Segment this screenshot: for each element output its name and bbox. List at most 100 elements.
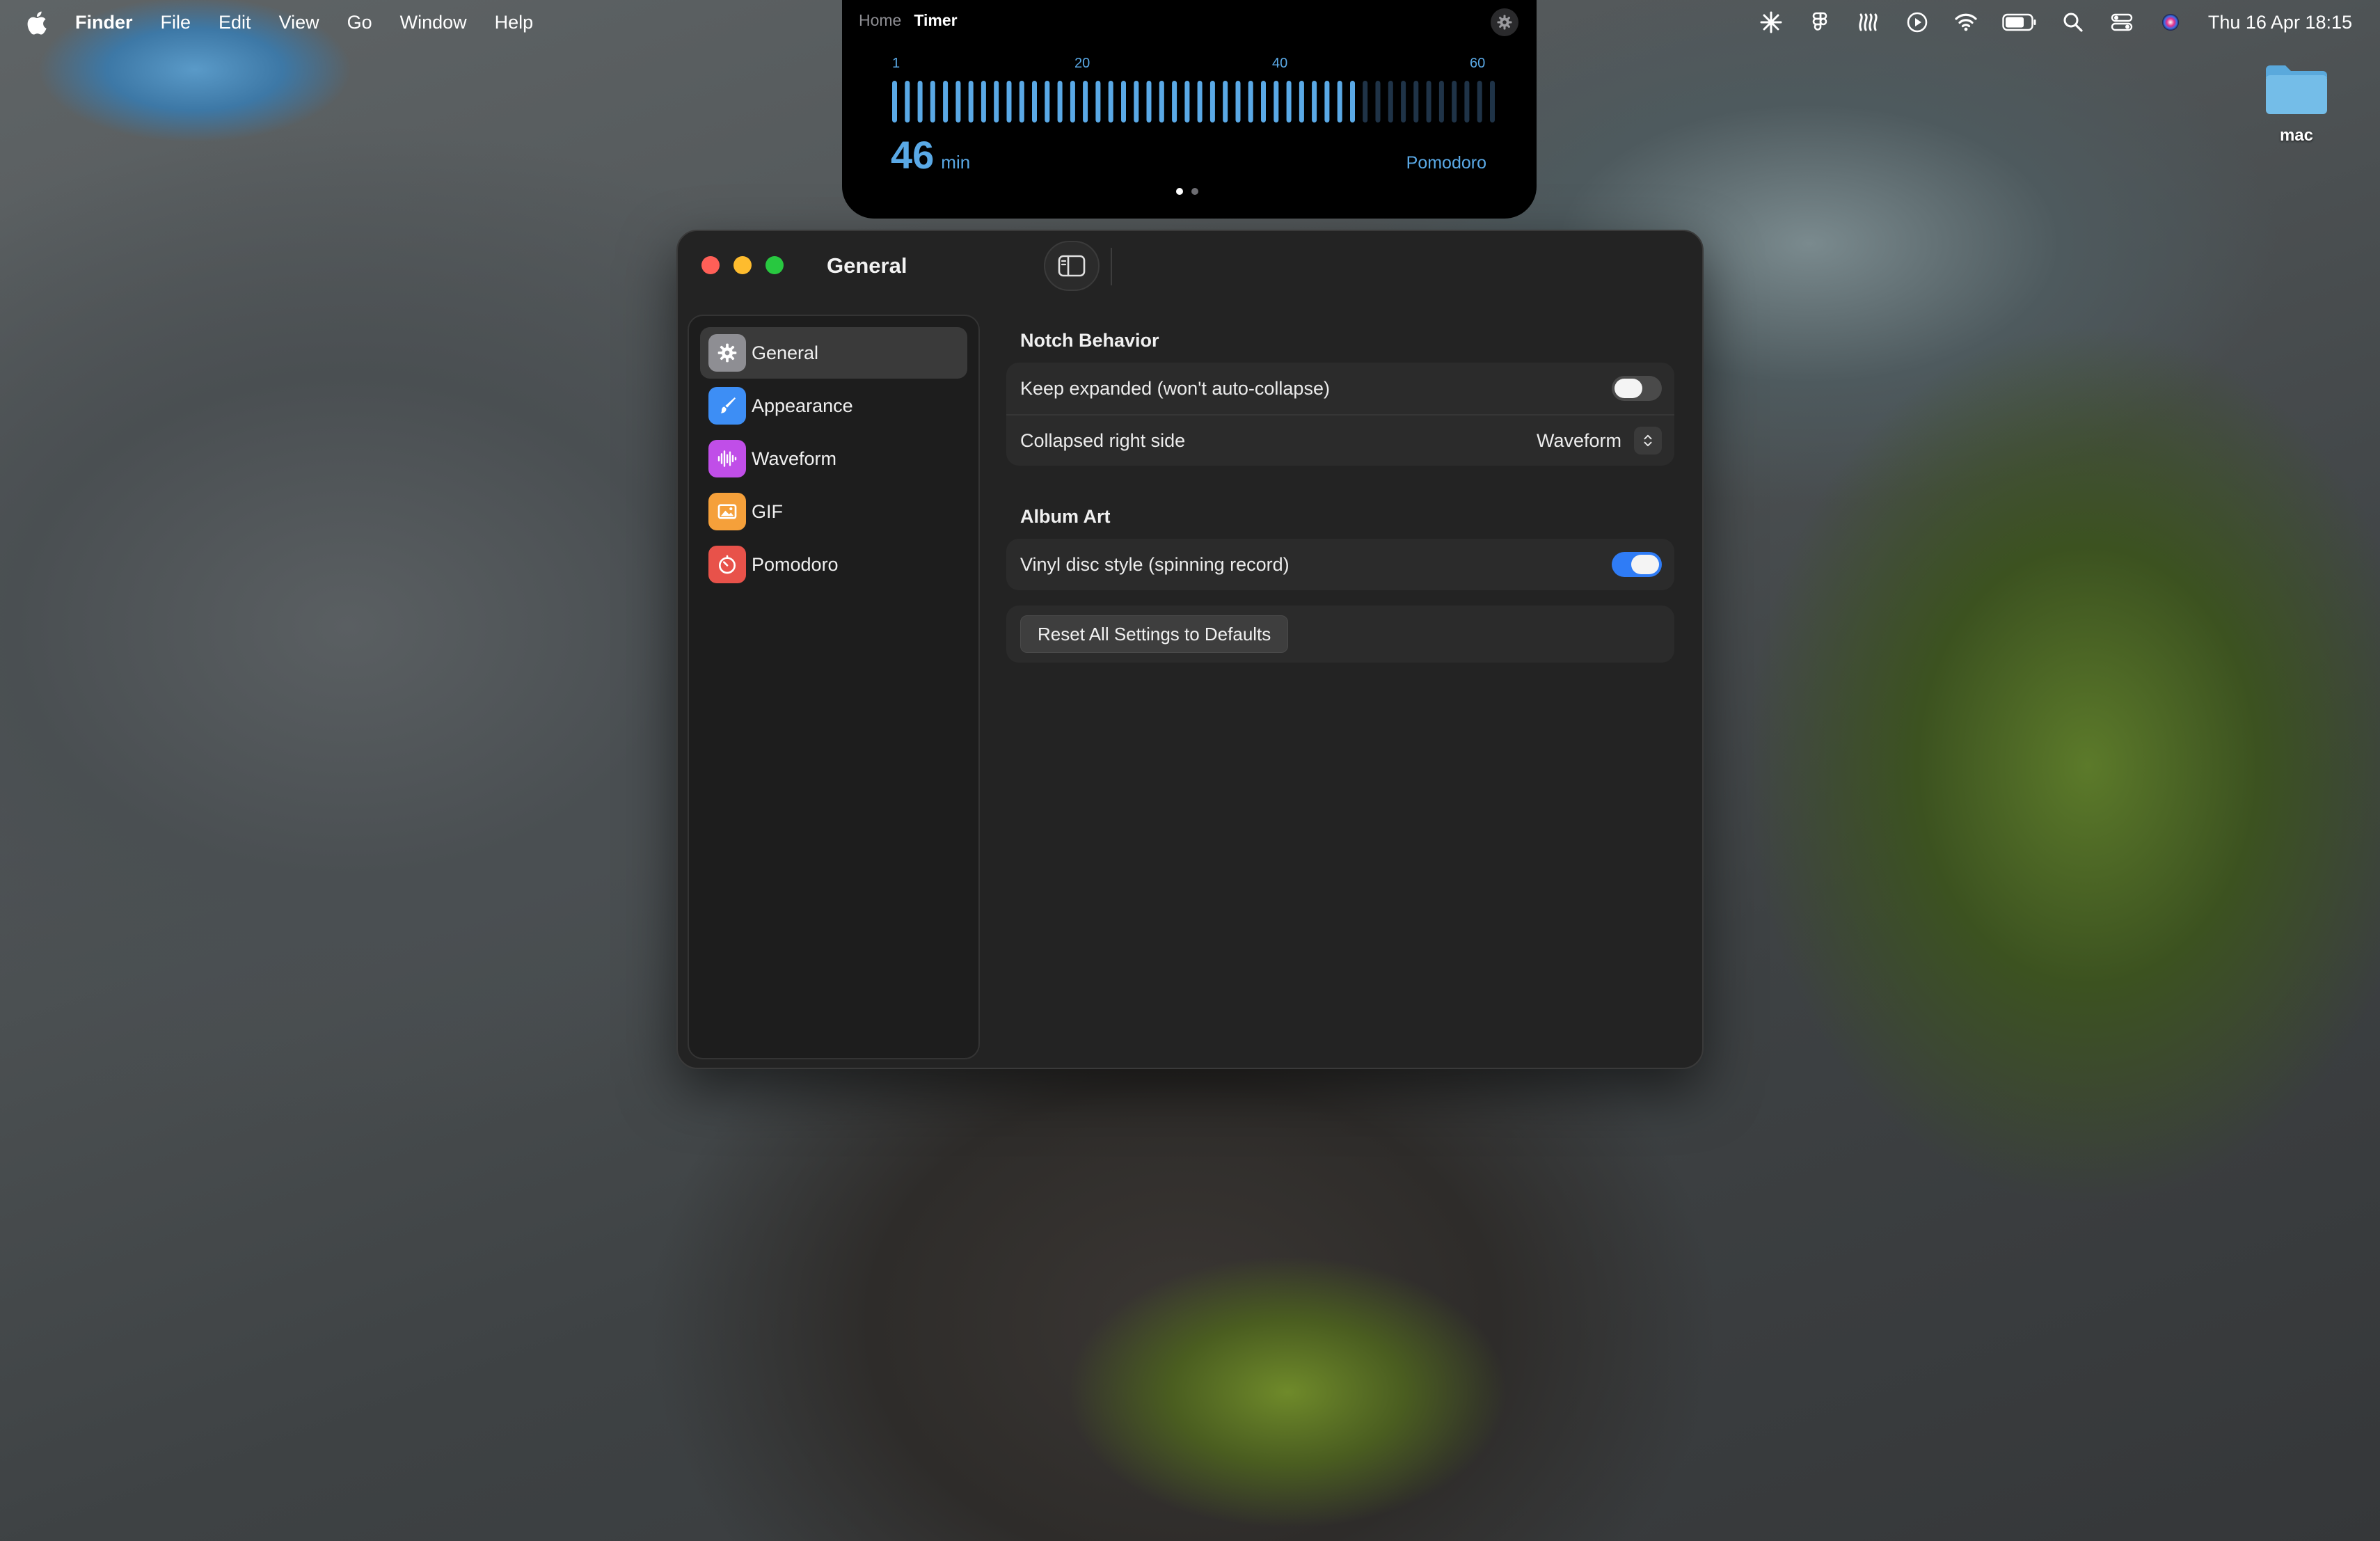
- timer-bar: [981, 81, 986, 123]
- timer-bar: [1248, 81, 1253, 123]
- sidebar-item-waveform[interactable]: Waveform: [700, 433, 967, 484]
- notch-tab-timer[interactable]: Timer: [914, 11, 957, 30]
- menu-go[interactable]: Go: [347, 12, 372, 33]
- collapsed-right-side-select[interactable]: Waveform: [1537, 427, 1662, 455]
- notch-timer-widget: Home Timer 1 20 40 60 46 min Pomodoro: [842, 0, 1537, 219]
- timer-bar: [905, 81, 910, 123]
- timer-bar: [1235, 81, 1241, 123]
- battery-icon[interactable]: [2001, 8, 2038, 36]
- timer-bar: [1452, 81, 1457, 123]
- menu-file[interactable]: File: [161, 12, 191, 33]
- timer-bar: [917, 81, 923, 123]
- timer-bar: [1477, 81, 1482, 123]
- close-button[interactable]: [701, 256, 720, 274]
- timer-bar: [1324, 81, 1330, 123]
- sidebar-item-gif[interactable]: GIF: [700, 486, 967, 537]
- timer-unit: min: [941, 152, 971, 173]
- timer-bar: [1337, 81, 1342, 123]
- zoom-button[interactable]: [765, 256, 784, 274]
- timer-bar: [994, 81, 999, 123]
- paintbrush-icon: [708, 387, 746, 425]
- timer-bar: [1172, 81, 1177, 123]
- control-center-icon[interactable]: [2108, 8, 2136, 36]
- window-title: General: [827, 253, 907, 278]
- timer-bar: [1057, 81, 1063, 123]
- sidebar-item-general[interactable]: General: [700, 327, 967, 379]
- timer-bar: [1426, 81, 1431, 123]
- timer-bar: [1350, 81, 1355, 123]
- timer-bar: [1375, 81, 1381, 123]
- section-title-album-art: Album Art: [1020, 506, 1111, 527]
- timer-bar: [968, 81, 974, 123]
- wifi-icon[interactable]: [1952, 8, 1980, 36]
- play-circle-icon[interactable]: [1903, 8, 1931, 36]
- notch-settings-button[interactable]: [1491, 8, 1518, 36]
- menubar-clock[interactable]: Thu 16 Apr 18:15: [2208, 12, 2352, 33]
- page-dot[interactable]: [1176, 188, 1183, 195]
- menu-edit[interactable]: Edit: [219, 12, 251, 33]
- timer-bar: [1261, 81, 1266, 123]
- sidebar-toggle-button[interactable]: [1044, 241, 1100, 291]
- timer-bar: [930, 81, 935, 123]
- keep-expanded-label: Keep expanded (won't auto-collapse): [1020, 377, 1330, 399]
- timer-bar: [1019, 81, 1024, 123]
- page-dot[interactable]: [1191, 188, 1198, 195]
- timer-mode-label[interactable]: Pomodoro: [1406, 153, 1486, 173]
- notch-tab-home[interactable]: Home: [859, 11, 901, 30]
- timer-bar: [1286, 81, 1292, 123]
- menu-view[interactable]: View: [279, 12, 319, 33]
- collapsed-right-side-row: Collapsed right side Waveform: [1006, 414, 1674, 466]
- menu-help[interactable]: Help: [495, 12, 534, 33]
- vinyl-style-row: Vinyl disc style (spinning record): [1006, 539, 1674, 590]
- timer-bar: [1490, 81, 1495, 123]
- minimize-button[interactable]: [733, 256, 752, 274]
- folder-icon: [2266, 65, 2327, 114]
- keep-expanded-toggle[interactable]: [1612, 376, 1662, 401]
- waves-icon[interactable]: [1855, 8, 1882, 36]
- sidebar-item-appearance[interactable]: Appearance: [700, 380, 967, 432]
- timer-scale: 1 20 40 60: [892, 56, 1495, 72]
- sparkle-icon[interactable]: [1757, 8, 1785, 36]
- scale-label-min: 1: [892, 56, 901, 71]
- sidebar-item-label: Waveform: [752, 448, 837, 469]
- gear-icon: [708, 334, 746, 372]
- timer-bar: [1032, 81, 1037, 123]
- timer-bar: [1464, 81, 1470, 123]
- keep-expanded-row: Keep expanded (won't auto-collapse): [1006, 363, 1674, 414]
- reset-defaults-button[interactable]: Reset All Settings to Defaults: [1020, 615, 1289, 653]
- settings-content: Notch Behavior Keep expanded (won't auto…: [1006, 315, 1674, 663]
- timer-bar: [892, 81, 897, 123]
- toggle-knob: [1615, 379, 1642, 398]
- desktop-folder[interactable]: mac: [2255, 63, 2338, 145]
- timer-bar: [1121, 81, 1126, 123]
- figma-icon[interactable]: [1806, 8, 1834, 36]
- timer-minutes: 46: [891, 133, 935, 177]
- timer-bar: [1401, 81, 1406, 123]
- sidebar-item-label: GIF: [752, 500, 783, 522]
- window-controls: [701, 256, 784, 274]
- notch-behavior-group: Keep expanded (won't auto-collapse) Coll…: [1006, 363, 1674, 466]
- reset-group: Reset All Settings to Defaults: [1006, 606, 1674, 663]
- vinyl-style-toggle[interactable]: [1612, 552, 1662, 577]
- desktop-folder-label: mac: [2279, 126, 2314, 145]
- page-indicator[interactable]: [1176, 188, 1198, 195]
- timer-slider[interactable]: [892, 78, 1495, 125]
- photo-icon: [708, 493, 746, 530]
- siri-icon[interactable]: [2157, 8, 2184, 36]
- timer-bar: [1299, 81, 1304, 123]
- search-icon[interactable]: [2059, 8, 2087, 36]
- timer-bar: [1274, 81, 1279, 123]
- menu-app-name[interactable]: Finder: [75, 12, 133, 33]
- menu-window[interactable]: Window: [400, 12, 467, 33]
- status-area: Thu 16 Apr 18:15: [1736, 0, 2380, 45]
- scale-label-40: 40: [1272, 56, 1288, 71]
- timer-bar: [1134, 81, 1139, 123]
- timer-bar: [1209, 81, 1215, 123]
- sidebar-item-pomodoro[interactable]: Pomodoro: [700, 539, 967, 590]
- timer-bar: [1184, 81, 1190, 123]
- timer-bar: [1006, 81, 1012, 123]
- sidebar-item-label: General: [752, 342, 819, 363]
- toolbar-divider: [1111, 248, 1112, 285]
- timer-bar: [1045, 81, 1050, 123]
- apple-logo-icon[interactable]: [26, 11, 47, 35]
